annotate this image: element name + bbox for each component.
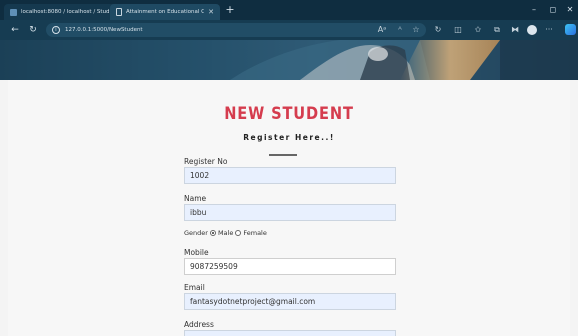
register-no-input[interactable] — [184, 167, 396, 184]
gender-female-label: Female — [243, 229, 267, 237]
browser-toolbar: ← ↻ i 127.0.0.1:5000/NewStudent Aᵃ ᴬ ☆ ↻… — [0, 20, 578, 40]
favorites-icon[interactable]: ✩ — [472, 24, 484, 36]
name-label: Name — [184, 194, 207, 203]
gender-group: Gender Male Female — [184, 229, 267, 237]
address-input[interactable] — [184, 330, 396, 336]
mobile-input[interactable] — [184, 258, 396, 275]
gender-male-label: Male — [217, 229, 234, 237]
collections-icon[interactable]: ⧉ — [491, 24, 503, 36]
tab-label: Attainment on Educational Cat... — [126, 9, 205, 15]
tab-label: localhost:8080 / localhost / Stud — [21, 9, 110, 15]
address-bar[interactable]: i 127.0.0.1:5000/NewStudent — [46, 23, 426, 37]
gender-female-radio[interactable] — [235, 230, 242, 236]
split-screen-icon[interactable]: ◫ — [452, 24, 464, 36]
site-info-icon[interactable]: i — [52, 26, 60, 34]
title-divider — [269, 154, 297, 156]
copilot-icon[interactable] — [565, 24, 576, 35]
window-close-icon[interactable]: ✕ — [560, 2, 578, 18]
page-content: NEW STUDENT Register Here..! Register No… — [0, 80, 578, 336]
url-text: 127.0.0.1:5000/NewStudent — [65, 27, 143, 33]
address-label: Address — [184, 320, 214, 329]
register-no-label: Register No — [184, 157, 228, 166]
profile-avatar[interactable] — [527, 25, 537, 35]
extensions-icon[interactable]: ⧓ — [509, 24, 521, 36]
read-aloud-icon[interactable]: Aᵃ — [376, 24, 388, 36]
page-title: NEW STUDENT — [224, 104, 354, 124]
email-label: Email — [184, 283, 205, 292]
tab-close-icon[interactable]: ✕ — [208, 8, 214, 16]
browser-tab-strip: localhost:8080 / localhost / Stud ✕ Atta… — [0, 0, 578, 20]
browser-tab-current[interactable]: Attainment on Educational Cat... ✕ — [110, 4, 220, 20]
gender-male-radio[interactable] — [209, 230, 216, 236]
gender-label: Gender — [184, 229, 208, 237]
minimize-icon[interactable]: – — [524, 2, 544, 18]
name-input[interactable] — [184, 204, 396, 221]
site-favicon-icon — [10, 8, 17, 16]
favorite-star-icon[interactable]: ☆ — [410, 24, 422, 36]
mobile-label: Mobile — [184, 248, 209, 257]
page-favicon-icon — [116, 8, 122, 16]
email-input[interactable] — [184, 293, 396, 310]
refresh-extension-icon[interactable]: ↻ — [432, 24, 444, 36]
more-options-icon[interactable]: ··· — [543, 24, 555, 36]
refresh-icon[interactable]: ↻ — [26, 23, 40, 37]
back-arrow-icon[interactable]: ← — [8, 23, 22, 37]
translate-icon[interactable]: ᴬ — [394, 24, 406, 36]
new-tab-icon[interactable]: + — [224, 3, 236, 17]
hero-banner-image — [0, 40, 578, 80]
page-subtitle: Register Here..! — [243, 133, 335, 142]
